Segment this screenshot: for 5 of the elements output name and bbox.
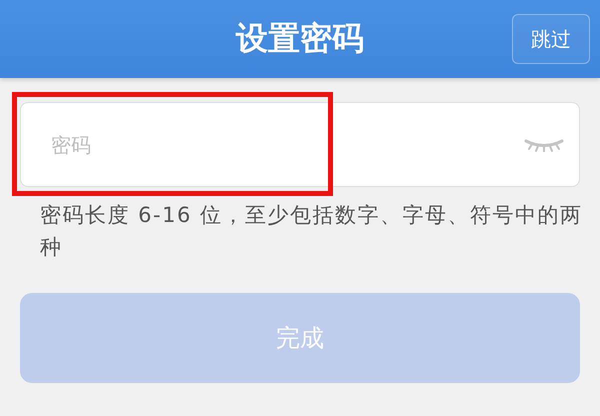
password-field[interactable]: 密码 bbox=[20, 102, 580, 187]
screen-title: 设置密码 bbox=[236, 18, 364, 59]
skip-button[interactable]: 跳过 bbox=[512, 14, 590, 64]
closed-eye-icon[interactable] bbox=[524, 138, 564, 152]
password-hint: 密码长度 6-16 位，至少包括数字、字母、符号中的两种 bbox=[40, 202, 584, 261]
